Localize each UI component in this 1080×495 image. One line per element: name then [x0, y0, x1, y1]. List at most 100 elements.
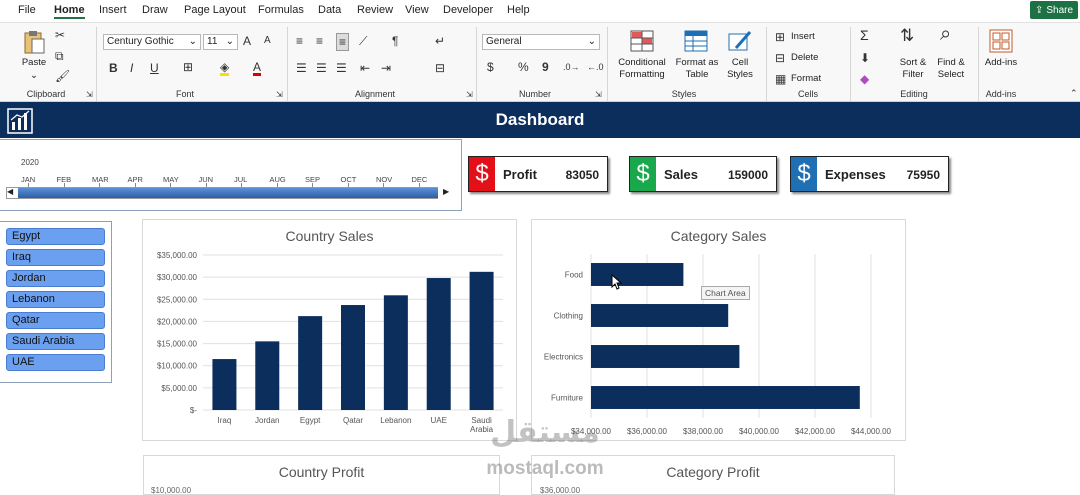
timeline-range-bar[interactable] [18, 188, 438, 198]
cell-styles-label-2[interactable]: Styles [722, 69, 758, 81]
decrease-decimal-icon[interactable]: ←.0 [587, 61, 604, 73]
slicer-item-uae[interactable]: UAE [6, 354, 105, 371]
share-button[interactable]: ⇪ Share [1030, 1, 1078, 19]
font-size-value: 11 [207, 36, 218, 47]
slicer-item-lebanon[interactable]: Lebanon [6, 291, 105, 308]
sort-filter-label-2[interactable]: Filter [892, 69, 934, 81]
slicer-item-saudi-arabia[interactable]: Saudi Arabia [6, 333, 105, 350]
menu-formulas[interactable]: Formulas [258, 4, 304, 16]
cut-icon[interactable]: ✂ [55, 29, 65, 41]
category-sales-chart[interactable]: Category Sales $34,000.00 $36,000.00 $38,0… [531, 219, 906, 441]
slicer-item-jordan[interactable]: Jordan [6, 270, 105, 287]
align-middle-icon[interactable]: ≡ [316, 35, 323, 47]
format-as-table-label-2[interactable]: Table [672, 69, 722, 81]
menu-view[interactable]: View [405, 4, 429, 16]
text-direction-icon[interactable]: ¶ [392, 35, 398, 47]
comma-style-button[interactable]: 9 [542, 61, 549, 73]
paste-label[interactable]: Paste [20, 57, 48, 69]
align-left-icon[interactable]: ☰ [296, 62, 307, 74]
menu-insert[interactable]: Insert [99, 4, 127, 16]
timeline-slicer[interactable]: 2020 JAN FEB MAR APR MAY JUN JUL AUG SEP OCT NOV DE… [0, 139, 462, 211]
country-profit-chart[interactable]: Country Profit $10,000.00 [143, 455, 500, 495]
font-launcher-icon[interactable]: ⇲ [276, 89, 283, 101]
alignment-launcher-icon[interactable]: ⇲ [466, 89, 473, 101]
find-select-label-1[interactable]: Find & [930, 57, 972, 69]
country-slicer: Egypt Iraq Jordan Lebanon Qatar Saudi Ar… [0, 221, 112, 383]
chart-title: Country Profit [278, 464, 365, 480]
menu-page-layout[interactable]: Page Layout [184, 4, 246, 16]
merge-center-icon[interactable]: ⊟ [435, 62, 445, 74]
delete-cells-icon[interactable]: ⊟ [775, 52, 785, 64]
format-as-table-label-1[interactable]: Format as [672, 57, 722, 69]
clipboard-launcher-icon[interactable]: ⇲ [86, 89, 93, 101]
paste-icon[interactable] [22, 29, 46, 55]
format-cells-icon[interactable]: ▦ [775, 73, 786, 85]
menu-developer[interactable]: Developer [443, 4, 493, 16]
borders-icon[interactable]: ⊞ [183, 61, 193, 73]
add-ins-icon[interactable] [989, 29, 1013, 53]
number-launcher-icon[interactable]: ⇲ [595, 89, 602, 101]
increase-decimal-icon[interactable]: .0→ [563, 61, 580, 73]
shrink-font-icon[interactable]: A [264, 35, 271, 47]
percent-button[interactable]: % [518, 61, 529, 73]
timeline-month[interactable]: MAR [92, 175, 109, 184]
conditional-formatting-label-1[interactable]: Conditional [612, 57, 672, 69]
bold-button[interactable]: B [109, 62, 118, 74]
font-name-box[interactable]: Century Gothic ⌄ [103, 34, 201, 50]
timeline-month[interactable]: AUG [270, 175, 286, 184]
clear-icon[interactable]: ◆ [860, 73, 869, 85]
fill-icon[interactable]: ⬇ [860, 52, 870, 64]
number-format-box[interactable]: General ⌄ [482, 34, 600, 50]
slicer-item-qatar[interactable]: Qatar [6, 312, 105, 329]
menu-file[interactable]: File [18, 4, 36, 16]
delete-cells-button[interactable]: Delete [791, 52, 818, 64]
format-cells-button[interactable]: Format [791, 73, 821, 85]
slicer-item-iraq[interactable]: Iraq [6, 249, 105, 266]
menu-review[interactable]: Review [357, 4, 393, 16]
country-sales-chart[interactable]: Country Sales $- $5,000.00 $10,000.00 $15,0… [142, 219, 517, 441]
share-label: Share [1046, 4, 1074, 16]
slicer-item-egypt[interactable]: Egypt [6, 228, 105, 245]
menu-data[interactable]: Data [318, 4, 341, 16]
increase-indent-icon[interactable]: ⇥ [381, 62, 391, 74]
grow-font-icon[interactable]: A [243, 35, 251, 47]
menu-draw[interactable]: Draw [142, 4, 168, 16]
add-ins-button[interactable]: Add-ins [980, 57, 1022, 69]
alignment-group-label: Alignment [354, 89, 396, 99]
format-painter-icon[interactable]: 🖌 [55, 70, 70, 82]
scroll-right-icon[interactable]: ▶ [443, 187, 449, 196]
insert-cells-icon[interactable]: ⊞ [775, 31, 785, 43]
currency-button[interactable]: $ [487, 61, 494, 73]
decrease-indent-icon[interactable]: ⇤ [360, 62, 370, 74]
align-right-icon[interactable]: ☰ [336, 62, 347, 74]
sort-filter-icon[interactable]: ⇅ [900, 27, 914, 44]
find-select-label-2[interactable]: Select [930, 69, 972, 81]
font-color-button[interactable]: A [253, 61, 262, 76]
copy-icon[interactable]: ⧉ [55, 50, 64, 62]
align-bottom-icon[interactable]: ≡ [336, 33, 350, 51]
insert-cells-button[interactable]: Insert [791, 31, 815, 43]
font-size-box[interactable]: 11 ⌄ [203, 34, 238, 50]
fill-color-icon[interactable]: ◈ [220, 61, 230, 76]
sort-filter-label-1[interactable]: Sort & [892, 57, 934, 69]
scroll-left-icon[interactable]: ◀ [7, 187, 13, 196]
x-tick-label: $42,000.00 [795, 427, 836, 436]
align-top-icon[interactable]: ≡ [296, 35, 303, 47]
find-select-icon[interactable]: ⌕ [940, 24, 951, 44]
paste-dropdown-icon[interactable]: ⌄ [24, 70, 44, 82]
align-center-icon[interactable]: ☰ [316, 62, 327, 74]
format-as-table-icon[interactable] [684, 30, 708, 52]
collapse-ribbon-icon[interactable]: ⌃ [1070, 87, 1078, 99]
conditional-formatting-label-2[interactable]: Formatting [612, 69, 672, 81]
orientation-icon[interactable]: ⟋ [359, 35, 367, 47]
menu-home[interactable]: Home [54, 4, 85, 19]
italic-button[interactable]: I [130, 62, 133, 74]
underline-button[interactable]: U [150, 62, 159, 74]
autosum-button[interactable]: Σ [860, 28, 869, 42]
timeline-month[interactable]: NOV [376, 175, 392, 184]
cell-styles-label-1[interactable]: Cell [722, 57, 758, 69]
conditional-formatting-icon[interactable] [630, 30, 654, 52]
menu-help[interactable]: Help [507, 4, 530, 16]
wrap-text-icon[interactable]: ↵ [435, 35, 445, 47]
cell-styles-icon[interactable] [728, 30, 752, 52]
